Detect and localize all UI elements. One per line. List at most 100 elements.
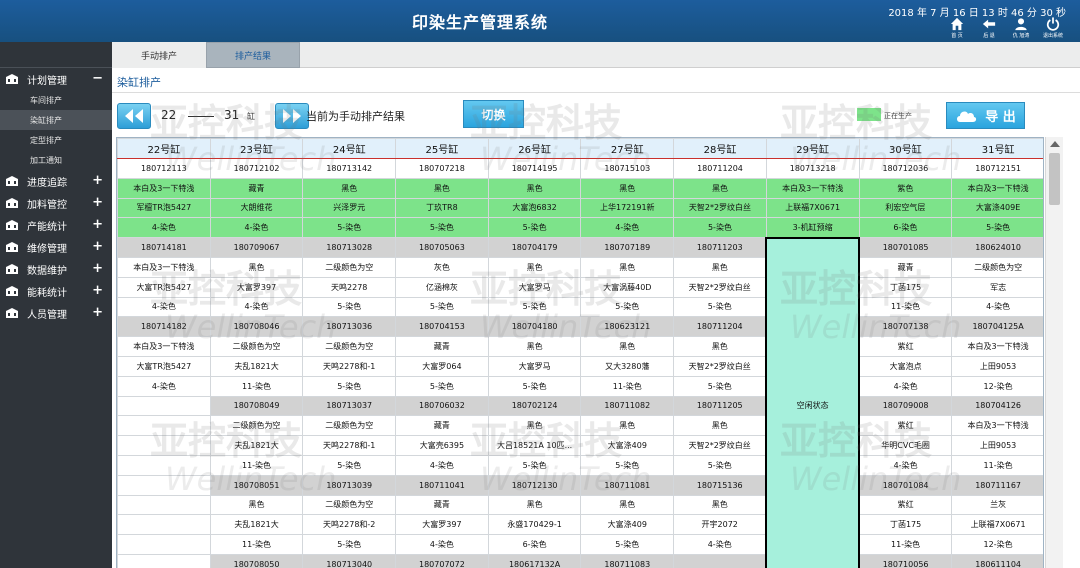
- table-cell[interactable]: 上华172191新: [580, 197, 675, 219]
- table-cell[interactable]: 180715136: [673, 474, 767, 496]
- table-cell[interactable]: 180704125A: [951, 316, 1043, 338]
- table-cell[interactable]: 4-染色: [673, 534, 767, 555]
- table-cell[interactable]: 5-染色: [951, 217, 1043, 239]
- table-cell[interactable]: 180714182: [117, 316, 211, 338]
- table-cell[interactable]: 5-染色: [673, 296, 767, 318]
- table-cell[interactable]: 大富涤409E: [951, 197, 1043, 219]
- table-cell[interactable]: 6-染色: [487, 534, 582, 555]
- table-cell[interactable]: 上联福7X0671: [951, 514, 1043, 536]
- table-cell[interactable]: 180704126: [951, 395, 1043, 417]
- table-cell[interactable]: 180707138: [858, 316, 953, 338]
- sidebar-group[interactable]: 能耗统计 +: [0, 280, 112, 302]
- table-cell[interactable]: 5-染色: [673, 375, 767, 397]
- table-cell[interactable]: 6-染色: [858, 217, 953, 239]
- scroll-thumb[interactable]: [1049, 153, 1060, 205]
- table-cell[interactable]: 黑色: [673, 494, 767, 516]
- vertical-scrollbar[interactable]: [1045, 137, 1063, 568]
- table-cell[interactable]: 180708051: [209, 474, 304, 496]
- table-cell[interactable]: [117, 494, 211, 516]
- table-cell[interactable]: 本白及3一下特浅: [117, 177, 211, 199]
- table-cell[interactable]: 大富涤409: [580, 514, 675, 536]
- table-cell[interactable]: 5-染色: [673, 217, 767, 239]
- table-cell[interactable]: 天智2*2罗纹白丝: [673, 435, 767, 456]
- table-cell[interactable]: 黑色: [487, 177, 582, 199]
- table-cell[interactable]: 4-染色: [395, 454, 489, 476]
- table-cell[interactable]: 180714195: [487, 158, 582, 179]
- table-cell[interactable]: 黑色: [487, 415, 582, 437]
- table-cell[interactable]: 天鸣2278: [302, 276, 397, 298]
- table-cell[interactable]: 大吕18521A 10匹...: [487, 435, 582, 456]
- table-cell[interactable]: 大朗维花: [209, 197, 304, 219]
- back-button[interactable]: 后 退: [976, 17, 1002, 39]
- next-page-button[interactable]: [275, 103, 309, 129]
- table-cell[interactable]: 黑色: [209, 256, 304, 278]
- table-cell[interactable]: 5-染色: [580, 296, 675, 318]
- table-cell[interactable]: 大富罗397: [209, 276, 304, 298]
- table-cell[interactable]: 5-染色: [302, 296, 397, 318]
- sidebar-group[interactable]: 产能统计 +: [0, 214, 112, 236]
- table-cell[interactable]: 大富涡藤40D: [580, 276, 675, 298]
- table-cell[interactable]: 亿涵棉灰: [395, 276, 489, 298]
- table-cell[interactable]: 黑色: [209, 494, 304, 516]
- table-cell[interactable]: 180711081: [580, 474, 675, 496]
- sidebar-subitem[interactable]: 加工通知: [0, 150, 112, 170]
- sidebar-group[interactable]: 计划管理 −: [0, 68, 112, 90]
- table-cell[interactable]: 军志: [951, 276, 1043, 298]
- table-cell[interactable]: 180712113: [117, 158, 211, 179]
- collapse-icon[interactable]: −: [92, 71, 103, 86]
- table-cell[interactable]: 180702124: [487, 395, 582, 417]
- table-cell[interactable]: 大富罗064: [395, 355, 489, 377]
- table-cell[interactable]: 本白及3一下特浅: [117, 256, 211, 278]
- table-cell[interactable]: 黑色: [580, 336, 675, 357]
- table-cell[interactable]: 180704179: [487, 237, 582, 258]
- table-cell[interactable]: 大富罗马: [487, 276, 582, 298]
- prev-page-button[interactable]: [117, 103, 151, 129]
- table-cell[interactable]: 180711167: [951, 474, 1043, 496]
- table-cell[interactable]: 二级颜色为空: [209, 415, 304, 437]
- scroll-up-arrow-icon[interactable]: [1050, 141, 1060, 147]
- table-cell[interactable]: 又大3280藩: [580, 355, 675, 377]
- expand-icon[interactable]: +: [92, 195, 103, 210]
- table-cell[interactable]: 180712036: [858, 158, 953, 179]
- table-cell[interactable]: 本白及3一下特浅: [117, 336, 211, 357]
- table-cell[interactable]: 11-染色: [209, 534, 304, 555]
- table-cell[interactable]: 天智2*2罗纹白丝: [673, 276, 767, 298]
- table-cell[interactable]: 180711083: [580, 553, 675, 568]
- table-cell[interactable]: 180708050: [209, 553, 304, 568]
- table-cell[interactable]: 丁玖TR8: [395, 197, 489, 219]
- table-cell[interactable]: 5-染色: [302, 375, 397, 397]
- table-cell[interactable]: 二级颜色为空: [209, 336, 304, 357]
- table-cell[interactable]: 180713218: [765, 158, 860, 179]
- table-cell[interactable]: 黑色: [395, 177, 489, 199]
- table-cell[interactable]: [117, 435, 211, 456]
- table-cell[interactable]: 大富涤409: [580, 435, 675, 456]
- table-cell[interactable]: 灰色: [395, 256, 489, 278]
- table-cell[interactable]: 180711205: [673, 395, 767, 417]
- table-cell[interactable]: 180713037: [302, 395, 397, 417]
- table-cell[interactable]: [117, 474, 211, 496]
- table-cell[interactable]: 180611104: [951, 553, 1043, 568]
- table-cell[interactable]: 永盛170429-1: [487, 514, 582, 536]
- table-cell[interactable]: 藏青: [395, 336, 489, 357]
- sidebar-group[interactable]: 人员管理 +: [0, 302, 112, 324]
- table-cell[interactable]: 兰灰: [951, 494, 1043, 516]
- table-cell[interactable]: 4-染色: [951, 296, 1043, 318]
- table-cell[interactable]: 军檀TR泡5427: [117, 197, 211, 219]
- table-cell[interactable]: 5-染色: [487, 217, 582, 239]
- table-cell[interactable]: 180714181: [117, 237, 211, 258]
- table-cell[interactable]: 11-染色: [858, 296, 953, 318]
- table-cell[interactable]: 开宇2072: [673, 514, 767, 536]
- expand-icon[interactable]: +: [92, 217, 103, 232]
- home-button[interactable]: 首 页: [944, 17, 970, 39]
- table-cell[interactable]: [117, 395, 211, 417]
- table-cell[interactable]: 大富TR泡5427: [117, 276, 211, 298]
- table-cell[interactable]: 紫色: [858, 177, 953, 199]
- table-cell[interactable]: 180713028: [302, 237, 397, 258]
- table-cell[interactable]: 黑色: [487, 256, 582, 278]
- table-cell[interactable]: 180711204: [673, 158, 767, 179]
- table-cell[interactable]: 黑色: [580, 256, 675, 278]
- table-cell[interactable]: [117, 454, 211, 476]
- table-cell[interactable]: 180710056: [858, 553, 953, 568]
- table-cell[interactable]: 5-染色: [487, 375, 582, 397]
- logout-button[interactable]: 退出系统: [1040, 17, 1066, 39]
